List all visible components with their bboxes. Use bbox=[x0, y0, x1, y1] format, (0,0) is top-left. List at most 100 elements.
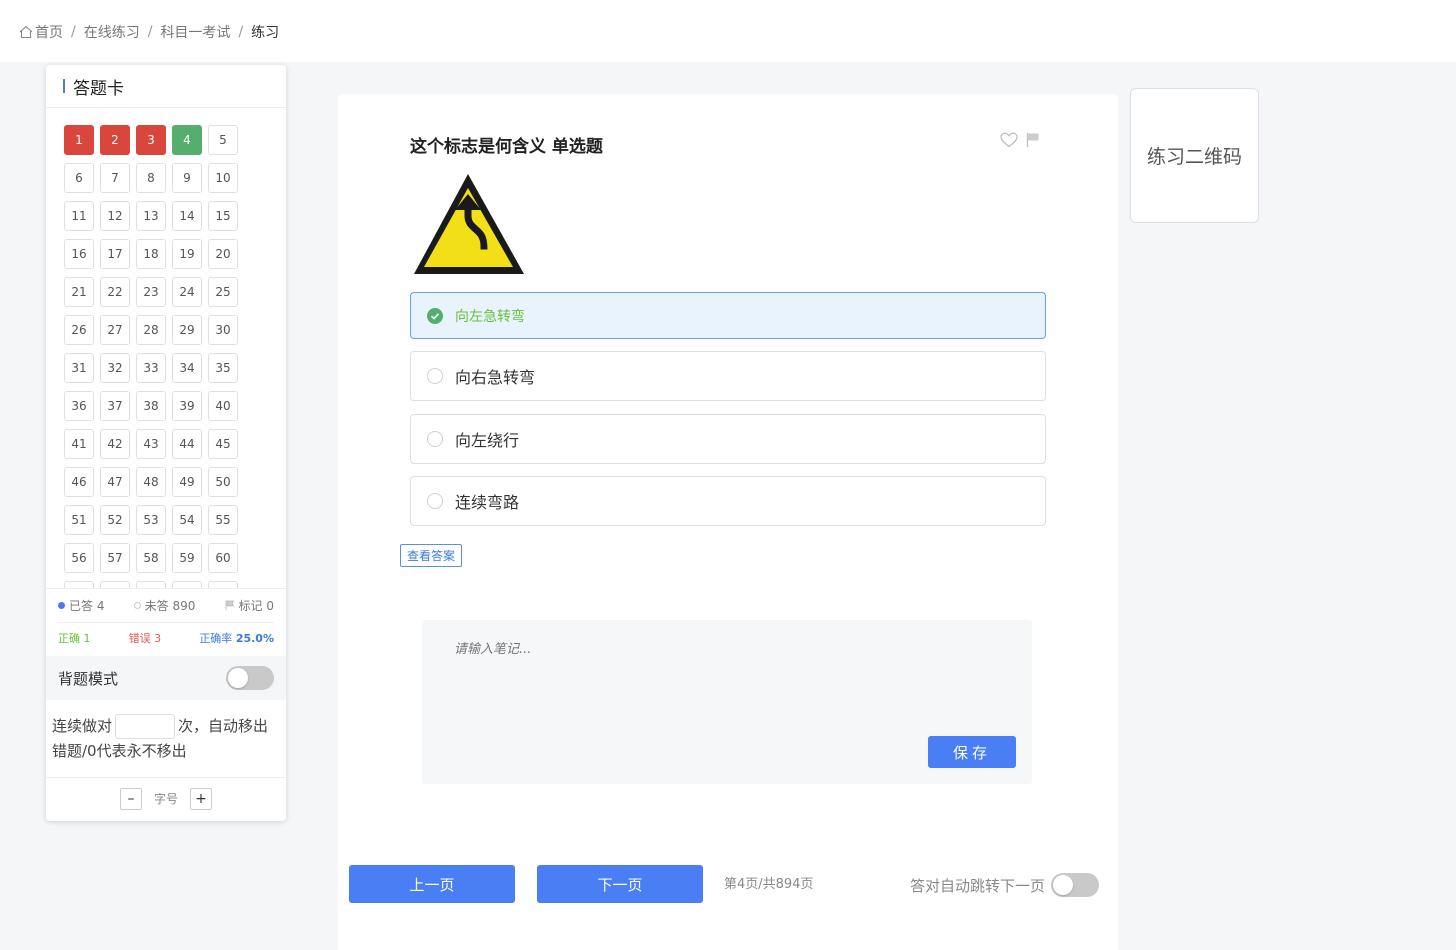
question-title: 这个标志是何含义 单选题 bbox=[410, 137, 603, 157]
font-increase-button[interactable]: + bbox=[190, 787, 212, 810]
question-number-button[interactable]: 20 bbox=[208, 239, 238, 269]
question-number-button[interactable]: 43 bbox=[136, 429, 166, 459]
question-number-button[interactable]: 19 bbox=[172, 239, 202, 269]
answer-stats: 已答 4 未答 890 标记 0 正确 1 错误 3 正确率 25.0% bbox=[46, 588, 286, 656]
question-number-button[interactable]: 2 bbox=[100, 125, 130, 155]
question-number-button[interactable]: 28 bbox=[136, 315, 166, 345]
question-number-button[interactable]: 40 bbox=[208, 391, 238, 421]
question-number-button[interactable]: 3 bbox=[136, 125, 166, 155]
question-number-button[interactable]: 24 bbox=[172, 277, 202, 307]
practice-qr-code[interactable]: 练习二维码 bbox=[1130, 88, 1259, 223]
question-number-button[interactable]: 36 bbox=[64, 391, 94, 421]
font-decrease-button[interactable]: – bbox=[119, 787, 142, 810]
option-text: 向左绕行 bbox=[455, 431, 520, 450]
question-number-button[interactable]: 17 bbox=[100, 239, 130, 269]
question-number-button[interactable]: 11 bbox=[64, 201, 94, 231]
question-number-button[interactable]: 16 bbox=[64, 239, 94, 269]
question-number-button[interactable]: 53 bbox=[136, 505, 166, 535]
question-number-button[interactable]: 14 bbox=[172, 201, 202, 231]
question-number-button[interactable]: 46 bbox=[64, 467, 94, 497]
view-answer-button[interactable]: 查看答案 bbox=[400, 544, 463, 567]
next-page-button[interactable]: 下一页 bbox=[537, 865, 703, 903]
question-number-button[interactable]: 63 bbox=[136, 581, 166, 588]
question-number-button[interactable]: 54 bbox=[172, 505, 202, 535]
question-number-button[interactable]: 12 bbox=[100, 201, 130, 231]
question-number-button[interactable]: 51 bbox=[64, 505, 94, 535]
toggle-knob bbox=[1053, 875, 1074, 895]
recite-mode-toggle[interactable] bbox=[226, 666, 274, 690]
question-number-button[interactable]: 59 bbox=[172, 543, 202, 573]
question-number-button[interactable]: 39 bbox=[172, 391, 202, 421]
question-number-button[interactable]: 25 bbox=[208, 277, 238, 307]
question-number-button[interactable]: 31 bbox=[64, 353, 94, 383]
question-number-button[interactable]: 5 bbox=[208, 125, 238, 155]
question-number-button[interactable]: 33 bbox=[136, 353, 166, 383]
note-area[interactable]: 请输入笔记... 保存 bbox=[422, 620, 1032, 784]
question-number-button[interactable]: 15 bbox=[208, 201, 238, 231]
answered-count: 已答 4 bbox=[58, 597, 104, 614]
question-number-button[interactable]: 61 bbox=[64, 581, 94, 588]
unanswered-dot-icon bbox=[133, 602, 141, 609]
question-number-button[interactable]: 56 bbox=[64, 543, 94, 573]
question-number-button[interactable]: 62 bbox=[100, 581, 130, 588]
question-number-button[interactable]: 6 bbox=[64, 163, 94, 193]
prev-page-button[interactable]: 上一页 bbox=[349, 865, 515, 903]
question-number-button[interactable]: 10 bbox=[208, 163, 238, 193]
question-number-button[interactable]: 57 bbox=[100, 543, 130, 573]
answer-card-title: 答题卡 bbox=[73, 78, 124, 99]
question-number-button[interactable]: 45 bbox=[208, 429, 238, 459]
question-number-button[interactable]: 27 bbox=[100, 315, 130, 345]
question-number-button[interactable]: 13 bbox=[136, 201, 166, 231]
question-number-grid-scroll[interactable]: 1 2 3 4 5 6 7 8 9 10 11 12 13 14 15 16 17 18 19 20 21 22 23 24 2… bbox=[46, 108, 286, 588]
option-1[interactable]: 向左急转弯 bbox=[410, 292, 1046, 339]
question-number-button[interactable]: 26 bbox=[64, 315, 94, 345]
question-number-button[interactable]: 29 bbox=[172, 315, 202, 345]
question-number-button[interactable]: 22 bbox=[100, 277, 130, 307]
question-number-button[interactable]: 44 bbox=[172, 429, 202, 459]
question-number-button[interactable]: 41 bbox=[64, 429, 94, 459]
question-number-button[interactable]: 30 bbox=[208, 315, 238, 345]
heart-icon[interactable] bbox=[1000, 132, 1018, 148]
question-number-button[interactable]: 1 bbox=[64, 125, 94, 155]
wrong-count: 错误 3 bbox=[128, 632, 162, 645]
warning-sign-image bbox=[414, 174, 524, 274]
flag-icon[interactable] bbox=[1026, 132, 1040, 148]
question-number-button[interactable]: 8 bbox=[136, 163, 166, 193]
question-number-button[interactable]: 49 bbox=[172, 467, 202, 497]
question-number-button[interactable]: 18 bbox=[136, 239, 166, 269]
question-number-button[interactable]: 47 bbox=[100, 467, 130, 497]
auto-next-toggle[interactable] bbox=[1051, 873, 1100, 897]
question-number-button[interactable]: 38 bbox=[136, 391, 166, 421]
question-number-button[interactable]: 37 bbox=[100, 391, 130, 421]
auto-remove-count-input[interactable] bbox=[115, 714, 176, 739]
check-circle-icon bbox=[427, 307, 443, 324]
question-number-button[interactable]: 50 bbox=[208, 467, 238, 497]
question-number-button[interactable]: 4 bbox=[172, 125, 202, 155]
option-4[interactable]: 连续弯路 bbox=[410, 476, 1046, 526]
question-number-button[interactable]: 48 bbox=[136, 467, 166, 497]
question-number-button[interactable]: 35 bbox=[208, 353, 238, 383]
question-number-button[interactable]: 32 bbox=[100, 353, 130, 383]
question-number-button[interactable]: 64 bbox=[172, 581, 202, 588]
question-number-button[interactable]: 9 bbox=[172, 163, 202, 193]
breadcrumb-home[interactable]: 首页 bbox=[35, 22, 63, 42]
option-2[interactable]: 向右急转弯 bbox=[410, 351, 1046, 401]
breadcrumb-online-practice[interactable]: 在线练习 bbox=[84, 22, 140, 42]
question-number-grid: 1 2 3 4 5 6 7 8 9 10 11 12 13 14 15 16 17 18 19 20 21 22 23 24 2… bbox=[64, 125, 286, 588]
question-number-button[interactable]: 65 bbox=[208, 581, 238, 588]
question-number-button[interactable]: 21 bbox=[64, 277, 94, 307]
question-number-button[interactable]: 23 bbox=[136, 277, 166, 307]
breadcrumb-subject-one[interactable]: 科目一考试 bbox=[160, 22, 230, 42]
accuracy-rate: 正确率 25.0% bbox=[199, 632, 274, 645]
question-number-button[interactable]: 52 bbox=[100, 505, 130, 535]
option-3[interactable]: 向左绕行 bbox=[410, 414, 1046, 464]
question-number-button[interactable]: 7 bbox=[100, 163, 130, 193]
question-number-button[interactable]: 60 bbox=[208, 543, 238, 573]
question-number-button[interactable]: 34 bbox=[172, 353, 202, 383]
breadcrumb-separator: / bbox=[71, 24, 76, 40]
question-number-button[interactable]: 55 bbox=[208, 505, 238, 535]
question-number-button[interactable]: 58 bbox=[136, 543, 166, 573]
question-number-button[interactable]: 42 bbox=[100, 429, 130, 459]
auto-remove-hint: 错题/0代表永不移出 bbox=[52, 742, 187, 760]
save-note-button[interactable]: 保存 bbox=[928, 736, 1016, 768]
